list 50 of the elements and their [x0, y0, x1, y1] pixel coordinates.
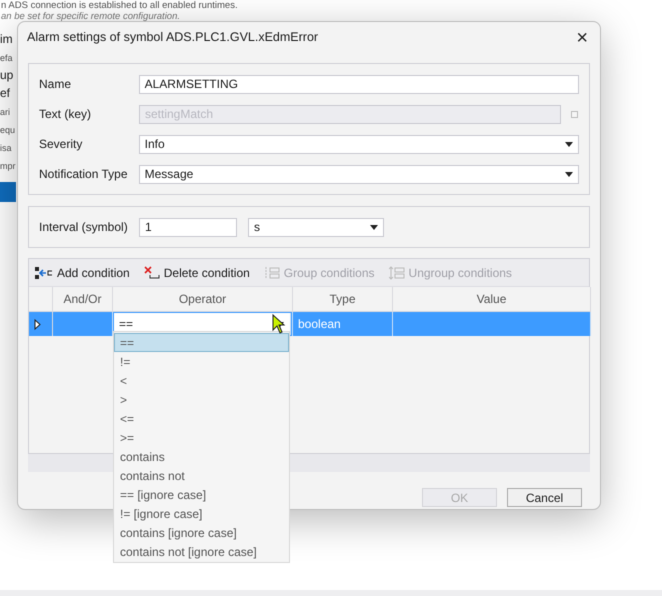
dropdown-option[interactable]: == [ignore case] — [114, 485, 289, 504]
field-label: Severity — [39, 136, 84, 153]
toolbar-button[interactable]: Delete condition — [144, 264, 250, 282]
toolbar-button[interactable]: Add condition — [35, 264, 130, 282]
interval-field[interactable]: 1 — [139, 218, 237, 236]
background-text: efa — [0, 53, 13, 63]
column-header: Value — [393, 287, 591, 312]
dropdown-option[interactable]: contains [ignore case] — [114, 523, 289, 542]
dropdown-option[interactable]: <= — [114, 409, 289, 428]
dropdown-option[interactable]: != [ignore case] — [114, 504, 289, 523]
dropdown-option[interactable]: contains not [ignore case] — [114, 542, 289, 561]
field-label: Notification Type — [39, 166, 128, 183]
delete-icon — [144, 266, 160, 280]
background-text: n ADS connection is established to all enabled runtimes. — [0, 0, 238, 11]
field-label: Interval (symbol) — [39, 219, 129, 236]
field-label: Text (key) — [39, 106, 92, 123]
row-indicator[interactable] — [29, 312, 53, 336]
background-text: equ — [0, 125, 16, 135]
background-text: isa — [0, 143, 12, 153]
add-icon — [35, 266, 53, 280]
close-button[interactable]: × — [574, 28, 590, 48]
dialog-button[interactable]: Cancel — [507, 488, 582, 507]
column-header: Operator — [113, 287, 293, 312]
background-text: up — [0, 68, 14, 82]
background-text: an be set for specific remote configuration. — [0, 11, 180, 22]
background-text: ari — [0, 107, 10, 117]
background-text: im — [0, 32, 13, 46]
dropdown-field[interactable]: Message — [138, 164, 579, 184]
dropdown-option[interactable]: != — [114, 352, 289, 371]
ungroup-icon — [388, 266, 405, 280]
dropdown-option[interactable]: contains not — [114, 466, 289, 485]
row-pointer-icon — [34, 318, 41, 330]
background-text: mpr — [0, 161, 16, 171]
dropdown-option[interactable]: == — [114, 333, 289, 352]
dropdown-option[interactable]: >= — [114, 428, 289, 447]
table-cell: boolean — [293, 312, 393, 336]
group-icon — [264, 266, 280, 280]
unit-dropdown[interactable]: s — [248, 218, 384, 236]
text-field[interactable]: ALARMSETTING — [138, 74, 579, 94]
column-header: Type — [293, 287, 393, 312]
background-text: ef — [0, 86, 10, 100]
dropdown-field[interactable]: Info — [138, 134, 579, 154]
field-label: Name — [39, 76, 72, 93]
dropdown-option[interactable]: < — [114, 371, 289, 390]
dropdown-option[interactable]: contains — [114, 447, 289, 466]
dropdown-option[interactable]: > — [114, 390, 289, 409]
partial-button[interactable] — [0, 182, 16, 202]
column-header: And/Or — [53, 287, 113, 312]
window-title: Alarm settings of symbol ADS.PLC1.GVL.xEdmError — [27, 29, 318, 46]
mouse-cursor-icon — [272, 314, 286, 334]
